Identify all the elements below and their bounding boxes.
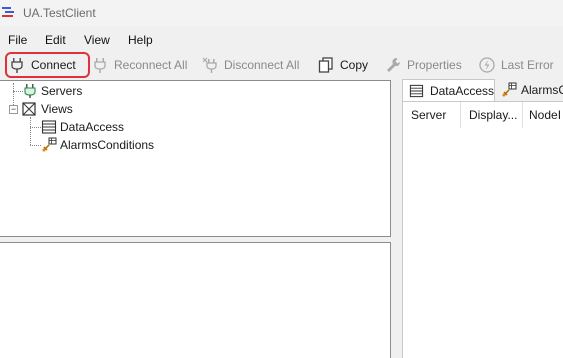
reconnect-all-button[interactable]: Reconnect All (92, 53, 187, 77)
tree-item-dataaccess[interactable]: DataAccess (41, 118, 124, 136)
copy-button[interactable]: Copy (318, 53, 368, 77)
copy-icon (318, 57, 333, 73)
tab-alarmsconditions[interactable]: AlarmsC (495, 79, 563, 101)
properties-label: Properties (407, 58, 462, 72)
menu-help[interactable]: Help (128, 33, 153, 47)
table-icon (41, 120, 57, 134)
tree-item-servers-label: Servers (41, 84, 83, 98)
tree-item-alarmsconditions-label: AlarmsConditions (60, 138, 155, 152)
tab-dataaccess-label: DataAccess (429, 83, 494, 98)
last-error-label: Last Error (501, 58, 554, 72)
menu-edit[interactable]: Edit (45, 33, 66, 47)
tab-alarmsconditions-label: AlarmsC (521, 83, 563, 97)
column-header-displayname[interactable]: Display... (461, 102, 523, 128)
app-logo-icon (2, 7, 14, 17)
tree-item-servers[interactable]: Servers (22, 82, 82, 100)
error-icon (479, 57, 495, 73)
details-panel[interactable] (0, 242, 391, 358)
unplug-icon (202, 57, 217, 73)
reconnect-all-label: Reconnect All (114, 58, 188, 72)
tree-item-views[interactable]: Views (21, 100, 73, 118)
tree-connector (30, 145, 41, 146)
window-title: UA.TestClient (23, 6, 96, 20)
copy-label: Copy (340, 58, 369, 72)
alarm-icon (502, 82, 517, 97)
menu-file[interactable]: File (8, 33, 27, 47)
last-error-button[interactable]: Last Error (479, 53, 554, 77)
properties-button[interactable]: Properties (385, 53, 462, 77)
tree-connector (30, 117, 31, 145)
views-icon (22, 102, 36, 116)
disconnect-all-button[interactable]: Disconnect All (202, 53, 299, 77)
dataaccess-list[interactable]: Server Display... NodeI (402, 101, 563, 358)
tree-item-alarmsconditions[interactable]: AlarmsConditions (41, 136, 154, 154)
server-tree-panel[interactable]: − Servers Views DataAccess AlarmsConditi… (0, 80, 391, 237)
menu-view[interactable]: View (84, 33, 110, 47)
tree-connector (30, 127, 41, 128)
tree-item-dataaccess-label: DataAccess (60, 120, 125, 134)
tree-item-views-label: Views (41, 102, 73, 116)
column-header-server[interactable]: Server (403, 102, 461, 128)
connect-highlight-box (5, 52, 90, 78)
tab-dataaccess[interactable]: DataAccess (402, 79, 495, 101)
table-icon (409, 84, 424, 97)
wrench-icon (387, 58, 401, 72)
server-icon (24, 84, 36, 98)
title-bar: UA.TestClient (0, 0, 563, 26)
plug-icon (94, 58, 106, 73)
alarm-icon (42, 137, 57, 152)
views-collapse-toggle[interactable]: − (9, 105, 18, 114)
disconnect-all-label: Disconnect All (224, 58, 300, 72)
menu-bar: File Edit View Help (0, 30, 563, 50)
column-header-nodeid[interactable]: NodeI (523, 102, 563, 128)
